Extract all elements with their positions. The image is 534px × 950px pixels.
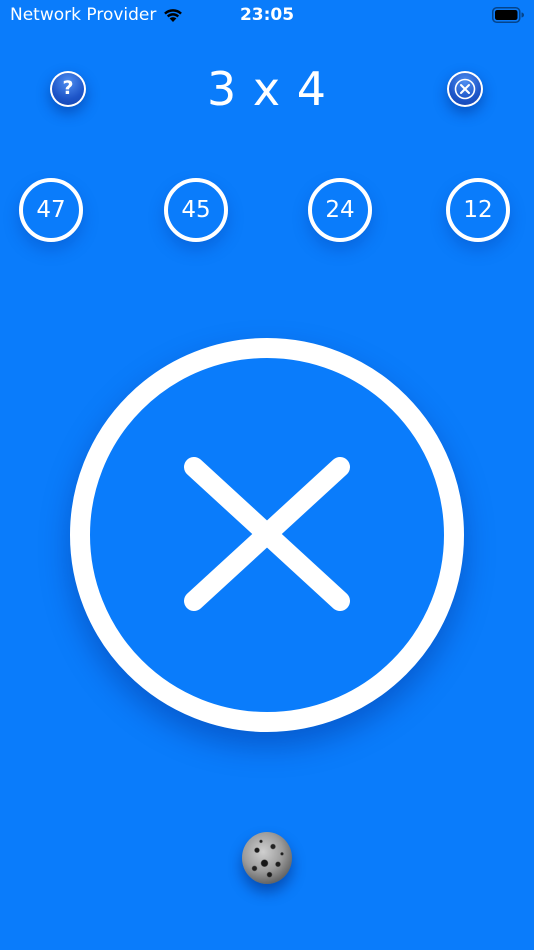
wrong-x-icon	[184, 457, 350, 611]
status-time: 23:05	[239, 5, 295, 25]
answer-choice-1[interactable]: 47	[19, 178, 83, 242]
status-bar: Network Provider 23:05	[0, 0, 534, 30]
answer-choice-2[interactable]: 45	[164, 178, 228, 242]
close-button[interactable]	[447, 71, 483, 107]
close-icon	[454, 78, 476, 100]
stone-token-icon[interactable]	[242, 832, 292, 884]
battery-icon	[492, 7, 524, 23]
answer-choice-4[interactable]: 12	[446, 178, 510, 242]
answer-choice-3[interactable]: 24	[308, 178, 372, 242]
